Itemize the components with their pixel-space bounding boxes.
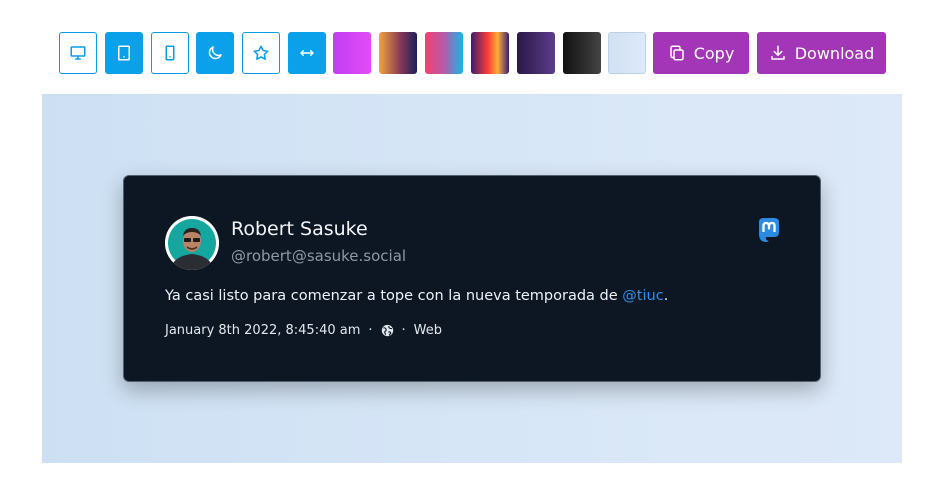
author-handle: @robert@sasuke.social <box>231 247 407 265</box>
gradient-swatch-4[interactable] <box>471 32 509 74</box>
tablet-icon <box>118 45 130 61</box>
post-text-end: . <box>663 288 669 304</box>
monitor-icon <box>70 46 86 60</box>
toolbar: Copy Download <box>0 0 946 94</box>
gradient-swatch-7[interactable] <box>608 32 646 74</box>
mastodon-icon <box>759 218 779 242</box>
author-name: Robert Sasuke <box>231 218 368 240</box>
avatar <box>165 216 219 270</box>
gradient-swatch-1[interactable] <box>333 32 371 74</box>
gradient-swatch-5[interactable] <box>517 32 555 74</box>
preview-canvas: Robert Sasuke @robert@sasuke.social Ya c… <box>42 94 902 463</box>
post-text-body: Ya casi listo para comenzar a tope con l… <box>165 288 623 304</box>
copy-icon <box>669 45 684 61</box>
desktop-view-button[interactable] <box>59 32 97 74</box>
moon-icon <box>208 46 222 60</box>
tablet-view-button[interactable] <box>105 32 143 74</box>
gradient-swatch-2[interactable] <box>379 32 417 74</box>
download-button[interactable]: Download <box>757 32 886 74</box>
gradient-swatch-3[interactable] <box>425 32 463 74</box>
copy-button-label: Copy <box>693 43 735 63</box>
download-button-label: Download <box>794 43 875 63</box>
globe-icon <box>381 324 393 337</box>
post-card: Robert Sasuke @robert@sasuke.social Ya c… <box>123 175 821 382</box>
post-date: January 8th 2022, 8:45:40 am <box>165 323 361 338</box>
mention-link[interactable]: @tiuc <box>622 288 663 304</box>
arrows-horizontal-icon <box>300 50 314 56</box>
post-text: Ya casi listo para comenzar a tope con l… <box>165 288 668 304</box>
mobile-view-button[interactable] <box>151 32 189 74</box>
download-icon <box>770 45 785 60</box>
post-client: Web <box>413 323 443 338</box>
phone-icon <box>165 45 175 61</box>
width-toggle-button[interactable] <box>288 32 326 74</box>
dark-mode-button[interactable] <box>196 32 234 74</box>
avatar-image <box>165 216 219 270</box>
favorite-button[interactable] <box>242 32 280 74</box>
meta-separator: · <box>401 323 406 338</box>
meta-separator: · <box>368 323 373 338</box>
post-meta: January 8th 2022, 8:45:40 am · · Web <box>165 323 442 338</box>
gradient-swatch-6[interactable] <box>563 32 601 74</box>
star-icon <box>253 45 269 60</box>
copy-button[interactable]: Copy <box>653 32 749 74</box>
